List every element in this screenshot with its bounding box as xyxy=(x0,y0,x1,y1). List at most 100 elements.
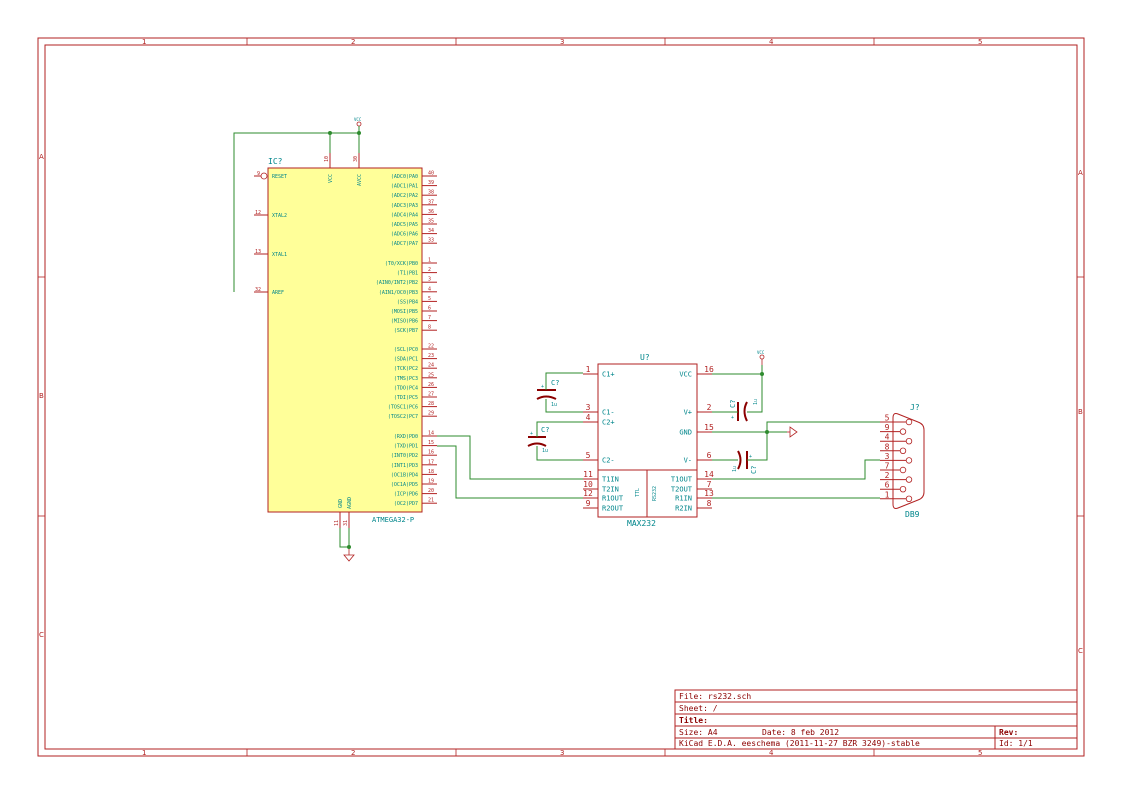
pin-name: R2IN xyxy=(675,505,692,513)
pin-number: 19 xyxy=(428,479,434,485)
capacitor-c1[interactable]: + C? 1u xyxy=(536,379,559,408)
pin-number: 3 xyxy=(428,277,431,283)
pin-name: (ADC4)PA4 xyxy=(391,212,418,218)
pin-name: T2IN xyxy=(602,486,619,494)
pin-name: V+ xyxy=(684,409,692,417)
db9-pin-socket xyxy=(905,457,913,464)
pin-number: 15 xyxy=(704,423,714,432)
column-label: 5 xyxy=(978,749,982,757)
db9-pin-socket xyxy=(899,428,907,435)
title-block-rev: Rev: xyxy=(999,728,1018,737)
db9-shell[interactable] xyxy=(892,413,925,509)
pin-number: 16 xyxy=(704,365,714,374)
db9-pin-socket xyxy=(905,438,913,445)
max232-pins: 1 C1+ 3 C1- 4 C2+ 5 C2- 11 T1IN 10 T2IN 12 R1OUT 9 R2OU… xyxy=(583,365,714,513)
vcc-label: VCC xyxy=(354,117,362,122)
pin-number: 32 xyxy=(255,287,261,293)
pin-number: 8 xyxy=(707,499,712,508)
pin-name: (SCL)PC0 xyxy=(394,347,418,353)
pin-number: 33 xyxy=(428,238,434,244)
pin-number: 5 xyxy=(586,451,591,460)
pin-name: (INT1)PD3 xyxy=(391,463,418,469)
rs232-label: RS232 xyxy=(652,486,658,501)
cap-reference: C? xyxy=(750,466,758,474)
pin-name: (TDI)PC5 xyxy=(394,395,418,401)
pin-number: 23 xyxy=(428,353,434,359)
db9-pin-socket xyxy=(905,476,913,483)
column-label: 2 xyxy=(351,749,355,757)
pin-name: (MISO)PB6 xyxy=(391,319,418,325)
pin-name: (RXD)PD0 xyxy=(394,434,418,440)
max232-symbol[interactable]: U? MAX232 TTL RS232 1 C1+ 3 C1- 4 C2+ 5 C2- 11 T1… xyxy=(583,353,714,528)
pin-name: (TCK)PC2 xyxy=(394,366,418,372)
title-block-size: Size: A4 xyxy=(679,728,718,737)
pin-number: 5 xyxy=(428,296,431,302)
row-label: A xyxy=(1078,169,1083,177)
column-label: 5 xyxy=(978,38,982,46)
pin-name: RESET xyxy=(272,174,287,180)
pin-name: (OC1B)PD4 xyxy=(391,472,418,478)
capacitor-c4[interactable]: + C? 1u xyxy=(732,450,758,474)
vcc-label: VCC xyxy=(757,350,765,355)
pin-number: 7 xyxy=(428,315,431,321)
title-block-id: Id: 1/1 xyxy=(999,739,1033,748)
pin-name: (AIN1/OC0)PB3 xyxy=(379,290,418,296)
pin-number: 2 xyxy=(707,403,712,412)
pin-number: 9 xyxy=(885,423,890,432)
row-label: B xyxy=(1078,408,1083,416)
pin-number: 3 xyxy=(586,403,591,412)
pin-number: 13 xyxy=(255,249,261,255)
pin-name: (ICP)PD6 xyxy=(394,492,418,498)
pin-number: 34 xyxy=(428,228,434,234)
cap-reference: C? xyxy=(729,400,737,408)
pin-number: 4 xyxy=(586,413,591,422)
pin-name: (ADC2)PA2 xyxy=(391,193,418,199)
vcc-symbol-max[interactable]: VCC xyxy=(757,350,765,365)
column-label: 2 xyxy=(351,38,355,46)
pin-name: (SCK)PB7 xyxy=(394,328,418,334)
pin-name: AVCC xyxy=(357,174,363,186)
column-label: 1 xyxy=(142,38,146,46)
pin-number: 12 xyxy=(583,489,593,498)
sheet-frame: 1 2 3 4 5 1 2 3 4 5 A B C A B C xyxy=(37,37,1085,757)
pin-number: 29 xyxy=(428,411,434,417)
pin-number: 4 xyxy=(428,286,431,292)
capacitor-c3[interactable]: + C? 1u xyxy=(729,399,759,422)
column-label: 1 xyxy=(142,749,146,757)
pin-number: 6 xyxy=(428,306,431,312)
capacitor-c2[interactable]: + C? 1u xyxy=(527,426,549,454)
svg-text:+: + xyxy=(731,415,734,421)
pin-name: T1OUT xyxy=(671,476,693,484)
pin-name: GND xyxy=(679,429,692,437)
ic-body[interactable] xyxy=(267,167,423,513)
gnd-symbol-max[interactable] xyxy=(787,426,798,438)
pin-name: (ADC5)PA5 xyxy=(391,222,418,228)
pin-number: 17 xyxy=(428,459,434,465)
title-block-app: KiCad E.D.A. eeschema (2011-11-27 BZR 32… xyxy=(679,739,920,748)
pin-name: C1- xyxy=(602,409,615,417)
cap-value: 1u xyxy=(732,466,738,472)
cap-reference: C? xyxy=(541,426,549,434)
title-block-file: File: rs232.sch xyxy=(679,692,751,701)
pin-number: 6 xyxy=(707,451,712,460)
pin-number: 10 xyxy=(324,156,330,162)
pin-number: 36 xyxy=(428,209,434,215)
pin-number: 38 xyxy=(428,190,434,196)
pin-name: AREF xyxy=(272,290,284,296)
pin-number: 8 xyxy=(428,325,431,331)
pin-name: (TOSC1)PC6 xyxy=(388,405,418,411)
pin-name: V- xyxy=(684,457,692,465)
pin-name: GND xyxy=(338,499,344,508)
gnd-symbol-ic[interactable] xyxy=(343,548,355,562)
vcc-symbol-ic[interactable]: VCC xyxy=(354,117,362,133)
cap-value: 1u xyxy=(753,399,759,405)
pin-name: (ADC3)PA3 xyxy=(391,203,418,209)
atmega32-symbol[interactable]: IC? ATMEGA32-P 9 12 13 32 RESET XTAL2 XT… xyxy=(254,153,437,528)
ttl-label: TTL xyxy=(635,488,641,497)
pin-number: 35 xyxy=(428,219,434,225)
pin-number: 1 xyxy=(885,490,890,499)
column-label: 4 xyxy=(769,749,774,757)
pin-number: 30 xyxy=(353,156,359,162)
db9-connector[interactable]: J? DB9 594837261 xyxy=(880,403,925,519)
pin-name: (ADC6)PA6 xyxy=(391,232,418,238)
